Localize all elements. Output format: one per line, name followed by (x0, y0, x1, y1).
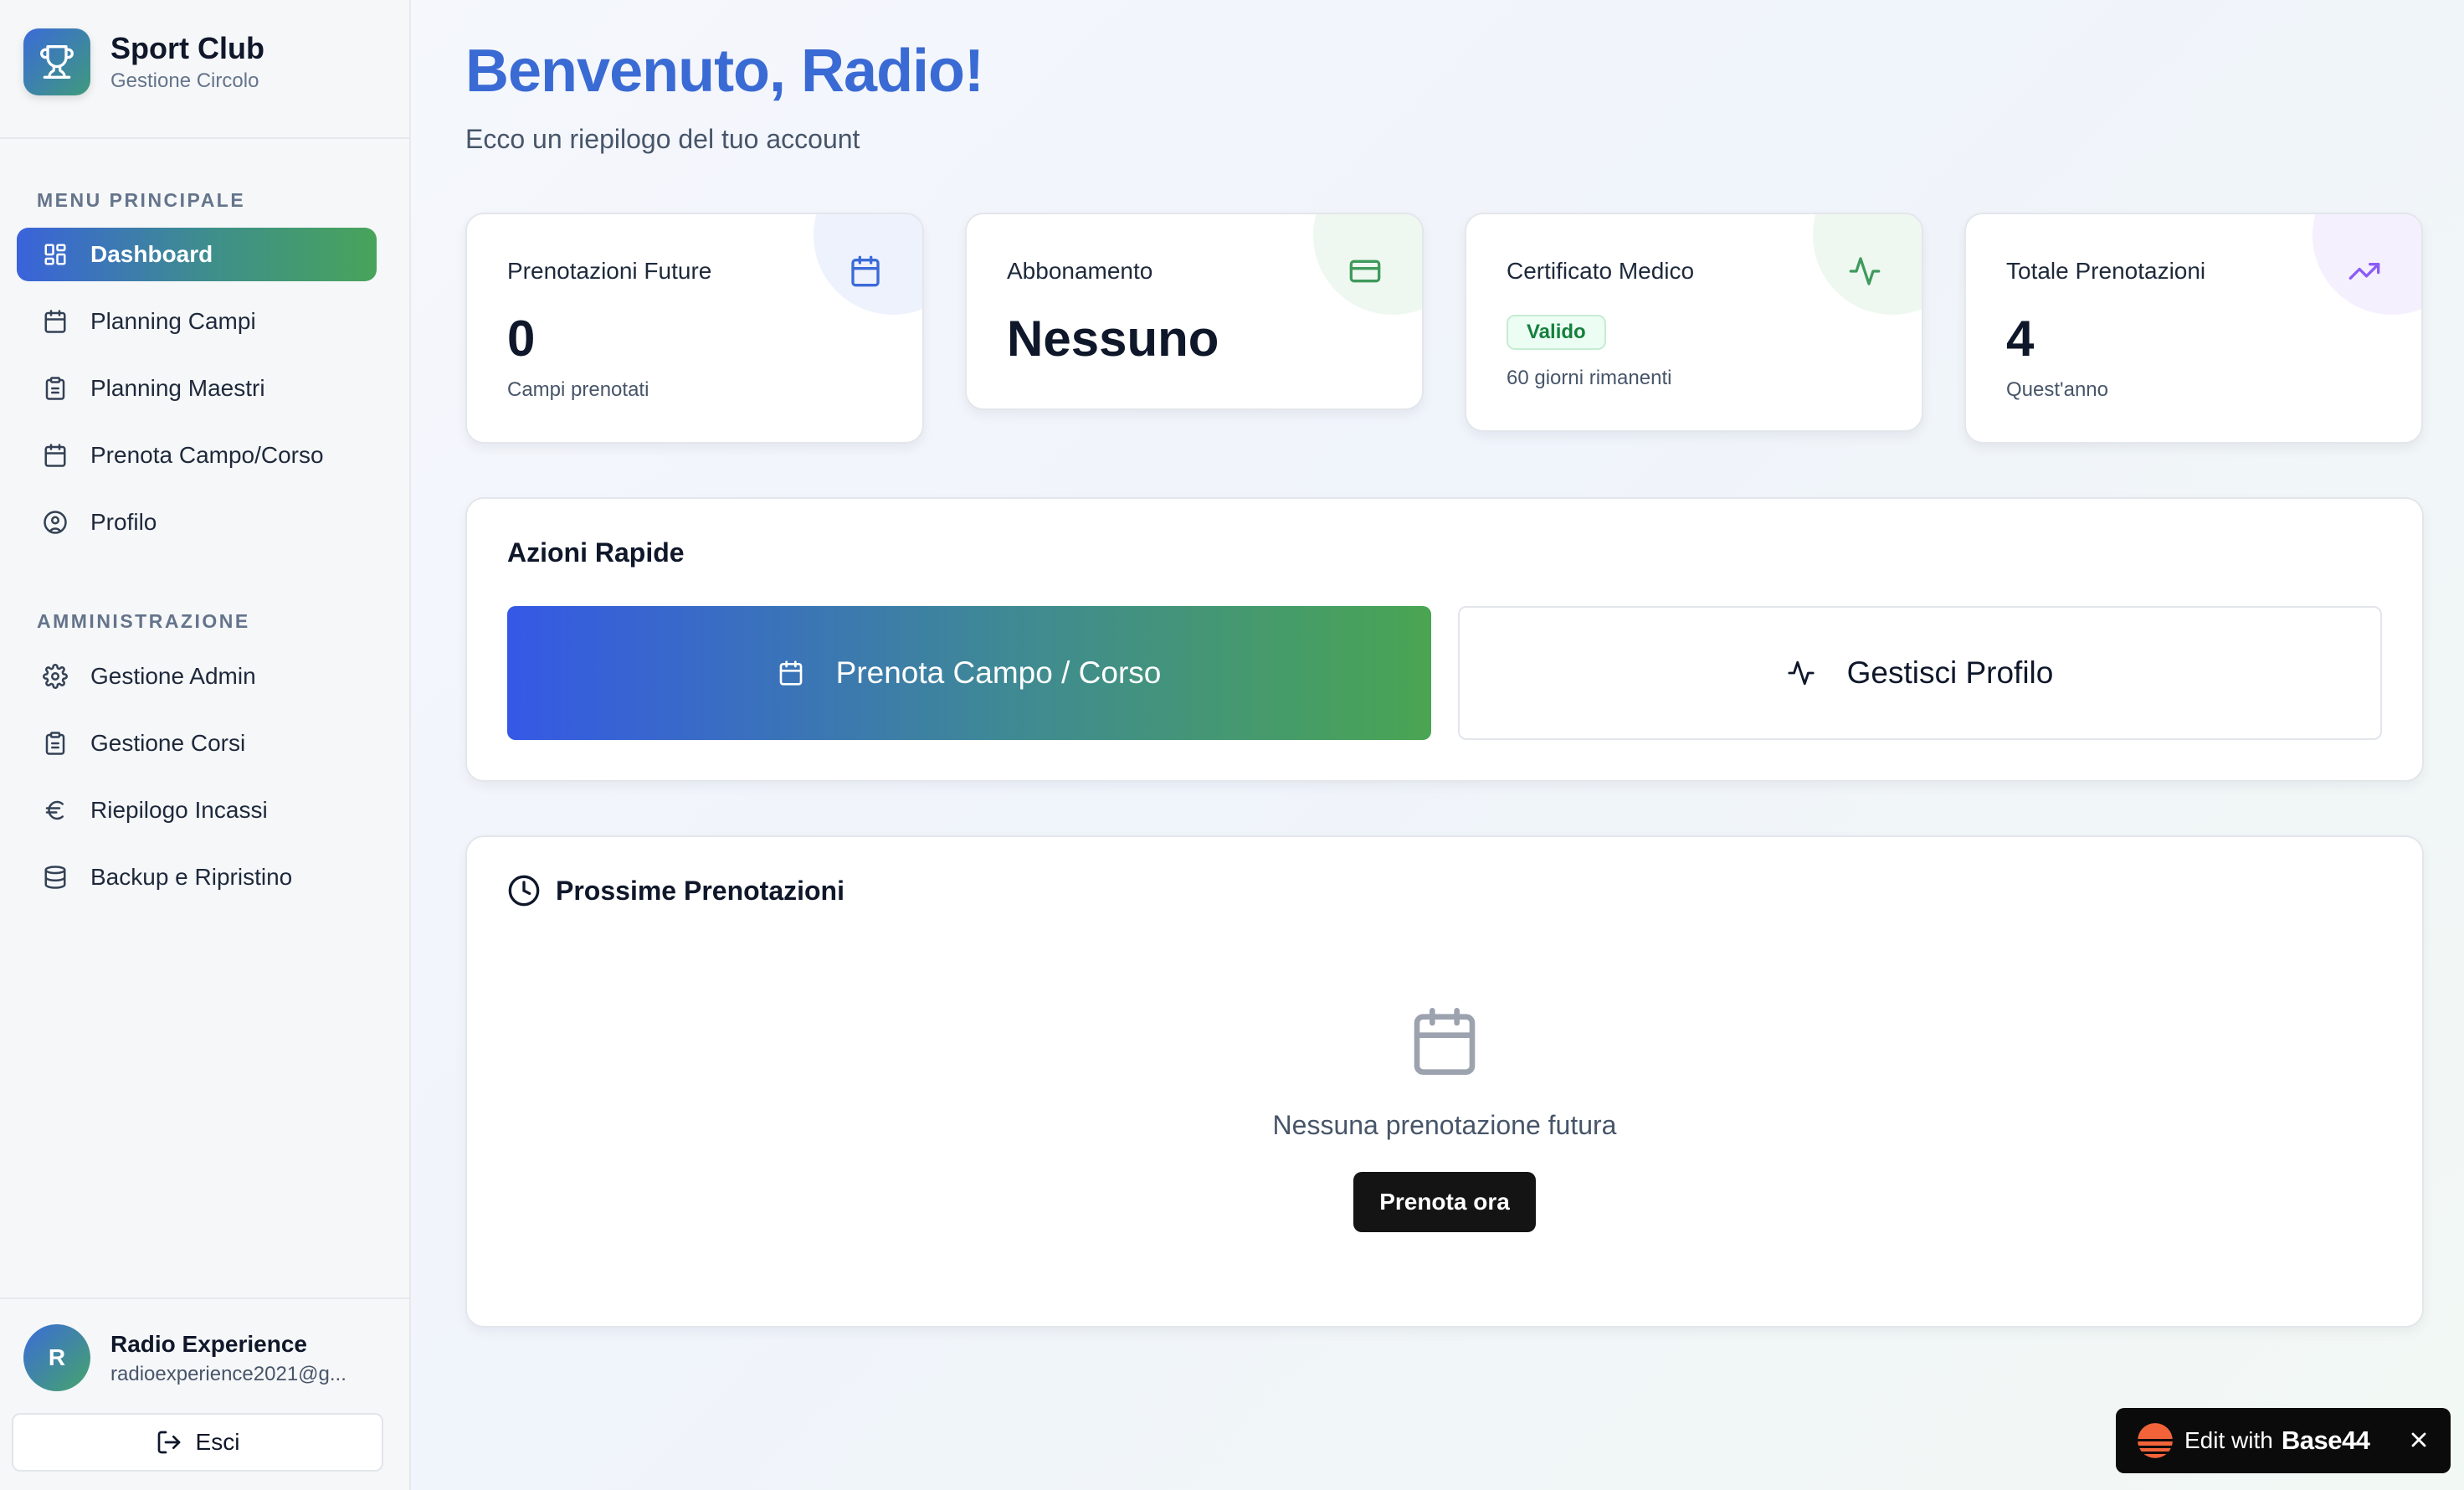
sidebar-item-label: Planning Campi (90, 308, 256, 334)
upcoming-bookings-panel: Prossime Prenotazioni Nessuna prenotazio… (465, 835, 2424, 1328)
section-label-admin: AMMINISTRAZIONE (37, 610, 250, 632)
section-label-main: MENU PRINCIPALE (37, 189, 246, 211)
sidebar-item-dashboard[interactable]: Dashboard (17, 228, 377, 281)
stat-card-medical-certificate: Certificato Medico Valido 60 giorni rima… (1465, 213, 1923, 432)
user-email: radioexperience2021@g... (110, 1363, 346, 1385)
sidebar-item-label: Prenota Campo/Corso (90, 442, 324, 468)
stat-note: 60 giorni rimanenti (1507, 367, 1672, 389)
user-name: Radio Experience (110, 1331, 307, 1357)
close-icon[interactable] (2407, 1428, 2431, 1451)
sidebar-item-label: Planning Maestri (90, 375, 265, 401)
clipboard-icon (42, 375, 69, 402)
empty-state-text: Nessuna prenotazione futura (1272, 1110, 1617, 1140)
button-label: Gestisci Profilo (1846, 655, 2054, 690)
logout-label: Esci (195, 1429, 240, 1455)
brand-subtitle: Gestione Circolo (110, 69, 259, 92)
panel-title: Azioni Rapide (507, 537, 685, 568)
sidebar-item-label: Gestione Admin (90, 663, 256, 689)
stat-card-subscription: Abbonamento Nessuno (965, 213, 1424, 410)
badge-brand: Base44 (2281, 1426, 2370, 1455)
sidebar-item-riepilogo-incassi[interactable]: Riepilogo Incassi (17, 784, 377, 837)
avatar: R (23, 1324, 90, 1391)
activity-icon (1848, 254, 1881, 288)
button-label: Prenota Campo / Corso (835, 655, 1162, 690)
stat-value: 4 (2006, 311, 2035, 367)
sidebar-item-backup[interactable]: Backup e Ripristino (17, 850, 377, 904)
stat-value: 0 (507, 311, 536, 367)
calendar-icon (849, 254, 882, 288)
brand-title: Sport Club (110, 31, 264, 65)
stat-note: Quest'anno (2006, 378, 2109, 401)
stat-label: Prenotazioni Future (507, 258, 712, 284)
page-subtitle: Ecco un riepilogo del tuo account (465, 124, 860, 154)
sidebar: Sport Club Gestione Circolo MENU PRINCIP… (0, 0, 411, 1490)
sidebar-item-label: Riepilogo Incassi (90, 797, 268, 823)
sidebar-item-prenota[interactable]: Prenota Campo/Corso (17, 429, 377, 482)
user-circle-icon (42, 509, 69, 536)
stat-value: Nessuno (1007, 311, 1219, 367)
divider (0, 1297, 409, 1299)
stat-card-total-bookings: Totale Prenotazioni 4 Quest'anno (1964, 213, 2423, 444)
calendar-icon (1408, 1003, 1481, 1080)
base44-logo-icon (2138, 1423, 2173, 1458)
sidebar-item-label: Backup e Ripristino (90, 864, 293, 890)
book-court-button[interactable]: Prenota Campo / Corso (507, 606, 1431, 740)
status-badge: Valido (1507, 315, 1606, 350)
stat-label: Totale Prenotazioni (2006, 258, 2206, 284)
database-icon (42, 864, 69, 891)
stat-label: Abbonamento (1007, 258, 1153, 284)
clipboard-icon (42, 730, 69, 757)
stat-label: Certificato Medico (1507, 258, 1695, 284)
book-now-button[interactable]: Prenota ora (1353, 1172, 1536, 1232)
manage-profile-button[interactable]: Gestisci Profilo (1458, 606, 2382, 740)
sidebar-item-planning-campi[interactable]: Planning Campi (17, 295, 377, 348)
euro-icon (42, 797, 69, 824)
logout-button[interactable]: Esci (12, 1413, 383, 1472)
calendar-icon (42, 442, 69, 469)
credit-card-icon (1348, 254, 1382, 288)
page-title: Benvenuto, Radio! (465, 38, 984, 105)
sidebar-item-profilo[interactable]: Profilo (17, 496, 377, 549)
divider (0, 137, 409, 139)
sidebar-item-label: Dashboard (90, 241, 213, 267)
dashboard-grid-icon (42, 241, 69, 268)
calendar-icon (42, 308, 69, 335)
gear-icon (42, 663, 69, 690)
sidebar-item-label: Gestione Corsi (90, 730, 246, 756)
sidebar-item-planning-maestri[interactable]: Planning Maestri (17, 362, 377, 415)
brand: Sport Club Gestione Circolo (23, 28, 264, 95)
activity-icon (1787, 659, 1815, 687)
edit-with-base44-badge[interactable]: Edit with Base44 (2116, 1408, 2451, 1473)
trending-up-icon (2348, 254, 2381, 288)
badge-prefix: Edit with (2184, 1427, 2273, 1453)
quick-actions-panel: Azioni Rapide Prenota Campo / Corso Gest… (465, 497, 2424, 782)
stat-note: Campi prenotati (507, 378, 649, 401)
sidebar-item-gestione-admin[interactable]: Gestione Admin (17, 650, 377, 703)
clock-icon (507, 874, 541, 907)
logout-icon (156, 1429, 182, 1456)
sidebar-item-label: Profilo (90, 509, 157, 535)
panel-title: Prossime Prenotazioni (556, 875, 844, 906)
stat-card-future-bookings: Prenotazioni Future 0 Campi prenotati (465, 213, 924, 444)
trophy-icon (23, 28, 90, 95)
sidebar-item-gestione-corsi[interactable]: Gestione Corsi (17, 717, 377, 770)
calendar-icon (778, 660, 804, 686)
